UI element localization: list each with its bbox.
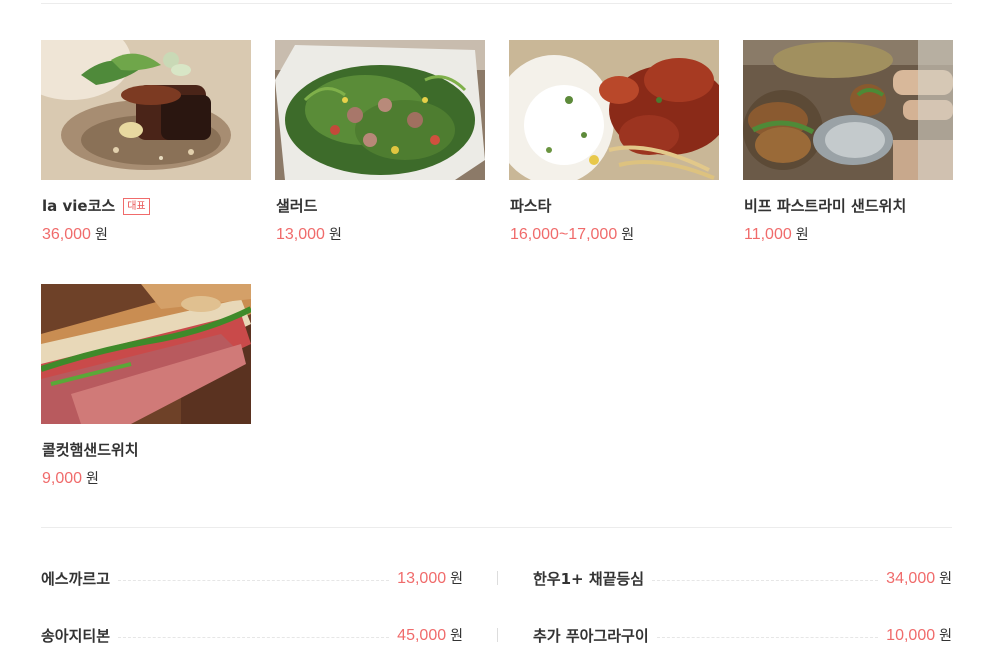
extra-menu-price: 34,000 원 bbox=[886, 568, 952, 588]
price-amount: 13,000 bbox=[397, 570, 447, 587]
price-amount: 11,000 bbox=[744, 226, 792, 243]
extra-menu-name: 추가 푸아그라구이 bbox=[533, 626, 649, 645]
extra-menu-price: 45,000 원 bbox=[397, 625, 463, 645]
extra-menu-name: 한우1+ 채끝등심 bbox=[533, 569, 645, 588]
menu-item-name-text: 비프 파스트라미 샌드위치 bbox=[744, 197, 907, 215]
price-amount: 45,000 bbox=[397, 627, 447, 644]
price-amount: 36,000 bbox=[42, 226, 91, 243]
menu-card-beef-pastrami-sandwich[interactable]: 비프 파스트라미 샌드위치 11,000 원 bbox=[743, 40, 953, 245]
dotted-leader bbox=[652, 579, 879, 581]
menu-photo-salad[interactable] bbox=[275, 40, 485, 180]
menu-item-name-text: la vie코스 bbox=[42, 197, 116, 215]
extra-menu-item[interactable]: 추가 푸아그라구이 10,000 원 bbox=[533, 617, 952, 653]
price-unit: 원 bbox=[939, 571, 952, 587]
menu-card-pasta[interactable]: 파스타 16,000~17,000 원 bbox=[509, 40, 719, 245]
price-unit: 원 bbox=[328, 227, 342, 243]
menu-item-price: 11,000 원 bbox=[743, 224, 953, 245]
menu-item-name: 샐러드 bbox=[275, 196, 485, 216]
price-amount: 10,000 bbox=[886, 627, 936, 644]
extra-menu-item[interactable]: 송아지티본 45,000 원 bbox=[41, 617, 463, 653]
price-unit: 원 bbox=[450, 628, 463, 644]
menu-item-name-text: 파스타 bbox=[510, 197, 552, 215]
menu-photo-pasta[interactable] bbox=[509, 40, 719, 180]
menu-item-name: 비프 파스트라미 샌드위치 bbox=[743, 196, 953, 216]
price-amount: 13,000 bbox=[276, 226, 325, 243]
extra-menu-price: 13,000 원 bbox=[397, 568, 463, 588]
menu-card-cold-cut-ham-sandwich[interactable]: 콜컷햄샌드위치 9,000 원 bbox=[41, 284, 251, 489]
section-divider bbox=[41, 527, 952, 528]
signature-badge: 대표 bbox=[123, 197, 150, 215]
extra-menu-item[interactable]: 에스까르고 13,000 원 bbox=[41, 560, 463, 596]
menu-item-price: 36,000 원 bbox=[41, 224, 251, 245]
menu-item-name: 파스타 bbox=[509, 196, 719, 216]
dotted-leader bbox=[118, 579, 390, 581]
menu-item-price: 13,000 원 bbox=[275, 224, 485, 245]
menu-photo-beef-pastrami-sandwich[interactable] bbox=[743, 40, 953, 180]
dotted-leader bbox=[118, 636, 390, 638]
menu-item-name-text: 콜컷햄샌드위치 bbox=[42, 441, 139, 459]
price-unit: 원 bbox=[86, 471, 99, 487]
dotted-leader bbox=[656, 636, 879, 638]
menu-item-name: 콜컷햄샌드위치 bbox=[41, 440, 251, 460]
price-amount: 16,000~17,000 bbox=[510, 226, 618, 243]
price-unit: 원 bbox=[795, 227, 809, 243]
top-divider bbox=[41, 3, 952, 4]
menu-item-name: la vie코스 대표 bbox=[41, 196, 251, 216]
extra-menu-item[interactable]: 한우1+ 채끝등심 34,000 원 bbox=[533, 560, 952, 596]
menu-item-price: 16,000~17,000 원 bbox=[509, 224, 719, 245]
menu-item-price: 9,000 원 bbox=[41, 468, 251, 489]
menu-photo-cold-cut-ham-sandwich[interactable] bbox=[41, 284, 251, 424]
menu-card-la-vie-course[interactable]: la vie코스 대표 36,000 원 bbox=[41, 40, 251, 245]
price-unit: 원 bbox=[94, 227, 108, 243]
price-unit: 원 bbox=[450, 571, 463, 587]
price-amount: 34,000 bbox=[886, 570, 936, 587]
extra-menu-name: 송아지티본 bbox=[41, 626, 111, 645]
extra-menu-price: 10,000 원 bbox=[886, 625, 952, 645]
column-separator bbox=[497, 628, 498, 642]
menu-photo-la-vie-course[interactable] bbox=[41, 40, 251, 180]
menu-item-name-text: 샐러드 bbox=[276, 197, 318, 215]
menu-card-salad[interactable]: 샐러드 13,000 원 bbox=[275, 40, 485, 245]
column-separator bbox=[497, 571, 498, 585]
price-unit: 원 bbox=[621, 227, 635, 243]
price-amount: 9,000 bbox=[42, 470, 83, 487]
price-unit: 원 bbox=[939, 628, 952, 644]
extra-menu-name: 에스까르고 bbox=[41, 569, 111, 588]
